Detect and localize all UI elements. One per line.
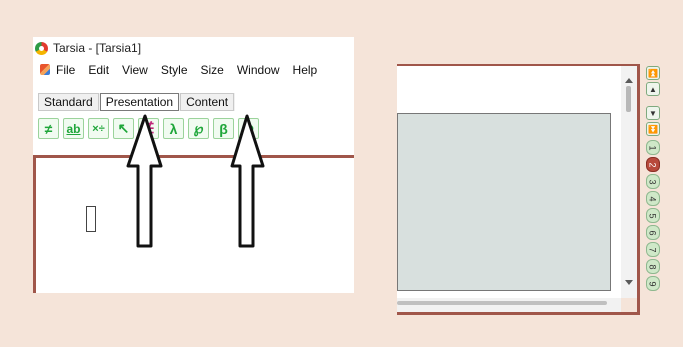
lambda-icon[interactable]: λ — [163, 118, 184, 139]
scroll-down-icon[interactable] — [625, 280, 633, 285]
menu-size[interactable]: Size — [201, 63, 224, 77]
text-cursor-placeholder[interactable] — [86, 206, 96, 232]
tab-content[interactable]: Content — [180, 93, 235, 111]
menu-file[interactable]: File — [56, 63, 75, 77]
first-page-icon[interactable]: ⏫ — [646, 66, 660, 80]
document-icon[interactable] — [40, 64, 50, 75]
menu-view[interactable]: View — [122, 63, 148, 77]
horizontal-scrollbar[interactable] — [397, 298, 621, 312]
weierstrass-p-icon[interactable]: ℘ — [188, 118, 209, 139]
omega-icon[interactable]: Ω — [238, 118, 259, 139]
page-number: 8 — [647, 263, 658, 270]
tab-presentation[interactable]: Presentation — [99, 93, 180, 111]
scroll-up-icon[interactable] — [625, 78, 633, 83]
tab-standard[interactable]: Standard — [38, 93, 99, 111]
page-number: 7 — [647, 246, 658, 253]
page-number: 4 — [647, 195, 658, 202]
menu-window[interactable]: Window — [237, 63, 280, 77]
tarsia-app-icon — [35, 41, 48, 55]
menu-help[interactable]: Help — [293, 63, 318, 77]
page-button-3[interactable]: 3 — [646, 174, 660, 189]
page-button-4[interactable]: 4 — [646, 191, 660, 206]
menu-style[interactable]: Style — [161, 63, 188, 77]
frame-bottom-border — [397, 312, 640, 315]
page-navigator: ⏫ ▲ ▼ ⏬ 1 2 3 4 5 6 7 8 9 — [646, 66, 660, 314]
puzzle-area[interactable] — [397, 113, 611, 291]
vertical-scrollbar[interactable] — [621, 66, 637, 298]
scroll-thumb[interactable] — [626, 86, 631, 112]
page-number: 2 — [647, 161, 658, 168]
last-page-icon[interactable]: ⏬ — [646, 122, 660, 136]
prev-page-icon[interactable]: ▲ — [646, 82, 660, 96]
page-number: 3 — [647, 178, 658, 185]
page-button-8[interactable]: 8 — [646, 259, 660, 274]
page-button-2[interactable]: 2 — [646, 157, 660, 172]
not-equal-icon[interactable]: ≠ — [38, 118, 59, 139]
arrow-up-left-icon[interactable]: ↖ — [113, 118, 134, 139]
page-button-5[interactable]: 5 — [646, 208, 660, 223]
frame-right-border — [637, 64, 640, 315]
page-button-9[interactable]: 9 — [646, 276, 660, 291]
menu-bar: File Edit View Style Size Window Help — [33, 59, 354, 80]
tarsia-window-right — [397, 64, 640, 315]
page-number: 9 — [647, 280, 658, 287]
page-number: 6 — [647, 229, 658, 236]
menu-edit[interactable]: Edit — [88, 63, 109, 77]
page-button-6[interactable]: 6 — [646, 225, 660, 240]
horizontal-scroll-thumb[interactable] — [397, 301, 607, 305]
not-element-icon[interactable]: ∉ — [138, 118, 159, 139]
multiply-divide-icon[interactable]: ×÷ — [88, 118, 109, 139]
page-number: 1 — [647, 144, 658, 151]
beta-icon[interactable]: β — [213, 118, 234, 139]
toolbar-tabs: Standard Presentation Content — [38, 93, 236, 111]
next-page-icon[interactable]: ▼ — [646, 106, 660, 120]
puzzle-canvas[interactable] — [397, 66, 621, 298]
page-button-1[interactable]: 1 — [646, 140, 660, 155]
page-number: 5 — [647, 212, 658, 219]
text-ab-icon[interactable]: ab — [63, 118, 84, 139]
title-bar: Tarsia - [Tarsia1] — [33, 37, 354, 59]
page-button-7[interactable]: 7 — [646, 242, 660, 257]
tarsia-window-left: Tarsia - [Tarsia1] File Edit View Style … — [33, 37, 354, 293]
symbol-toolbar: ≠ ab ×÷ ↖ ∉ λ ℘ β Ω — [38, 118, 263, 139]
window-title: Tarsia - [Tarsia1] — [53, 41, 142, 55]
editing-workspace[interactable] — [33, 155, 354, 293]
